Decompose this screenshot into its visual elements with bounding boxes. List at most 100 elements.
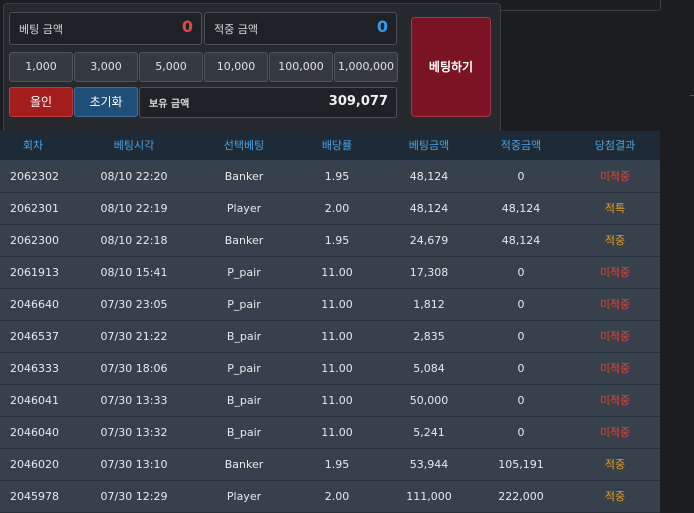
table-row: 2061913 08/10 15:41 P_pair 11.00 17,308 0 미적중	[0, 257, 660, 289]
chip-button-1000000[interactable]: 1,000,000	[334, 52, 398, 82]
cell-win-amount: 105,191	[498, 458, 544, 471]
cell-bet-amount: 53,944	[409, 458, 449, 471]
table-row: 2062300 08/10 22:18 Banker 1.95 24,679 48,124…	[0, 225, 660, 257]
cell-bet-time: 07/30 12:29	[100, 490, 168, 503]
chip-button-10000[interactable]: 10,000	[204, 52, 268, 82]
cell-win-amount: 0	[517, 362, 525, 375]
cell-round: 2062301	[10, 202, 59, 215]
cell-bet-time: 08/10 22:19	[100, 202, 168, 215]
cell-bet-amount: 111,000	[406, 490, 452, 503]
cell-round: 2046040	[10, 426, 59, 439]
cell-odds: 11.00	[321, 362, 353, 375]
cell-bet-amount: 17,308	[409, 266, 449, 279]
cell-win-amount: 48,124	[501, 234, 541, 247]
cell-round: 2045978	[10, 490, 59, 503]
win-amount-label: 적중 금액	[214, 23, 258, 36]
cell-result: 미적중	[599, 266, 631, 279]
cell-win-amount: 0	[517, 426, 525, 439]
cell-round: 2046537	[10, 330, 59, 343]
cell-result: 미적중	[599, 298, 631, 311]
cell-bet-time: 07/30 13:32	[100, 426, 168, 439]
cell-bet-amount: 24,679	[409, 234, 449, 247]
table-header: 회차 베팅시각 선택베팅 배당률 베팅금액 적중금액 당첨결과	[0, 131, 660, 161]
balance-label: 보유 금액	[149, 99, 190, 110]
cell-odds: 2.00	[324, 202, 350, 215]
cell-odds: 11.00	[321, 394, 353, 407]
table-row: 2062302 08/10 22:20 Banker 1.95 48,124 0 미적중	[0, 161, 660, 193]
cell-selection: P_pair	[227, 266, 261, 279]
cell-bet-amount: 1,812	[413, 298, 445, 311]
cell-win-amount: 0	[517, 330, 525, 343]
table-row: 2046040 07/30 13:32 B_pair 11.00 5,241 0 미적중	[0, 417, 660, 449]
cell-win-amount: 0	[517, 170, 525, 183]
win-amount-box: 적중 금액 0	[204, 12, 397, 45]
cell-selection: P_pair	[227, 362, 261, 375]
cell-win-amount: 0	[517, 394, 525, 407]
allin-button[interactable]: 올인	[9, 87, 73, 117]
cell-round: 2046020	[10, 458, 59, 471]
cell-odds: 2.00	[324, 490, 350, 503]
cell-round: 2046333	[10, 362, 59, 375]
cell-win-amount: 0	[517, 266, 525, 279]
cell-round: 2061913	[10, 266, 59, 279]
table-row: 2046537 07/30 21:22 B_pair 11.00 2,835 0 미적중	[0, 321, 660, 353]
table-row: 2062301 08/10 22:19 Player 2.00 48,124 48,124…	[0, 193, 660, 225]
table-row: 2046333 07/30 18:06 P_pair 11.00 5,084 0 미적중	[0, 353, 660, 385]
cell-result: 적중	[604, 490, 626, 503]
cell-result: 미적중	[599, 362, 631, 375]
bet-history-table: 회차 베팅시각 선택베팅 배당률 베팅금액 적중금액 당첨결과 2062302 0…	[0, 131, 660, 513]
bet-amount-value: 0	[181, 17, 193, 36]
cell-selection: B_pair	[226, 426, 262, 439]
cell-result: 미적중	[599, 426, 631, 439]
cell-odds: 1.95	[324, 234, 350, 247]
cell-bet-time: 08/10 22:18	[100, 234, 168, 247]
cell-bet-amount: 5,084	[413, 362, 445, 375]
header-result: 당첨결과	[594, 139, 636, 152]
chip-button-5000[interactable]: 5,000	[139, 52, 203, 82]
cell-bet-time: 08/10 22:20	[100, 170, 168, 183]
cell-selection: B_pair	[226, 330, 262, 343]
cell-selection: B_pair	[226, 394, 262, 407]
header-bet-amount: 베팅금액	[408, 139, 450, 152]
cell-bet-amount: 50,000	[409, 394, 449, 407]
bet-amount-label: 베팅 금액	[19, 23, 63, 36]
cell-win-amount: 0	[517, 298, 525, 311]
chip-button-100000[interactable]: 100,000	[269, 52, 333, 82]
cell-bet-time: 07/30 21:22	[100, 330, 168, 343]
cell-result: 미적중	[599, 330, 631, 343]
header-win-amount: 적중금액	[500, 139, 542, 152]
cell-result: 적중	[604, 234, 626, 247]
cell-selection: Player	[226, 490, 262, 503]
edge-divider	[690, 95, 694, 96]
cell-odds: 11.00	[321, 298, 353, 311]
table-body: 2062302 08/10 22:20 Banker 1.95 48,124 0 미적중 20…	[0, 161, 660, 513]
table-row: 2046640 07/30 23:05 P_pair 11.00 1,812 0 미적중	[0, 289, 660, 321]
balance-value: 309,077	[328, 94, 388, 109]
cell-bet-time: 07/30 23:05	[100, 298, 168, 311]
cell-bet-amount: 5,241	[413, 426, 445, 439]
cell-odds: 1.95	[324, 458, 350, 471]
cell-bet-amount: 48,124	[409, 202, 449, 215]
top-frame-border	[500, 0, 661, 11]
cell-win-amount: 48,124	[501, 202, 541, 215]
bet-amount-box: 베팅 금액 0	[9, 12, 202, 45]
chip-button-1000[interactable]: 1,000	[9, 52, 73, 82]
cell-result: 미적중	[599, 170, 631, 183]
cell-bet-time: 08/10 15:41	[100, 266, 168, 279]
place-bet-button[interactable]: 베팅하기	[411, 17, 491, 117]
reset-button[interactable]: 초기화	[74, 87, 138, 117]
cell-result: 적특	[604, 202, 626, 215]
cell-selection: P_pair	[227, 298, 261, 311]
betting-panel: 베팅 금액 0 적중 금액 0 1,000 3,000 5,000 10,000…	[3, 3, 501, 134]
cell-selection: Banker	[224, 170, 264, 183]
cell-bet-time: 07/30 13:10	[100, 458, 168, 471]
header-bet-time: 베팅시각	[113, 139, 155, 152]
header-selection: 선택베팅	[223, 139, 265, 152]
win-amount-value: 0	[376, 17, 388, 36]
cell-selection: Banker	[224, 234, 264, 247]
balance-box: 보유 금액 309,077	[139, 87, 397, 118]
cell-round: 2062302	[10, 170, 59, 183]
chip-button-3000[interactable]: 3,000	[74, 52, 138, 82]
table-row: 2046020 07/30 13:10 Banker 1.95 53,944 105,19…	[0, 449, 660, 481]
cell-bet-time: 07/30 18:06	[100, 362, 168, 375]
